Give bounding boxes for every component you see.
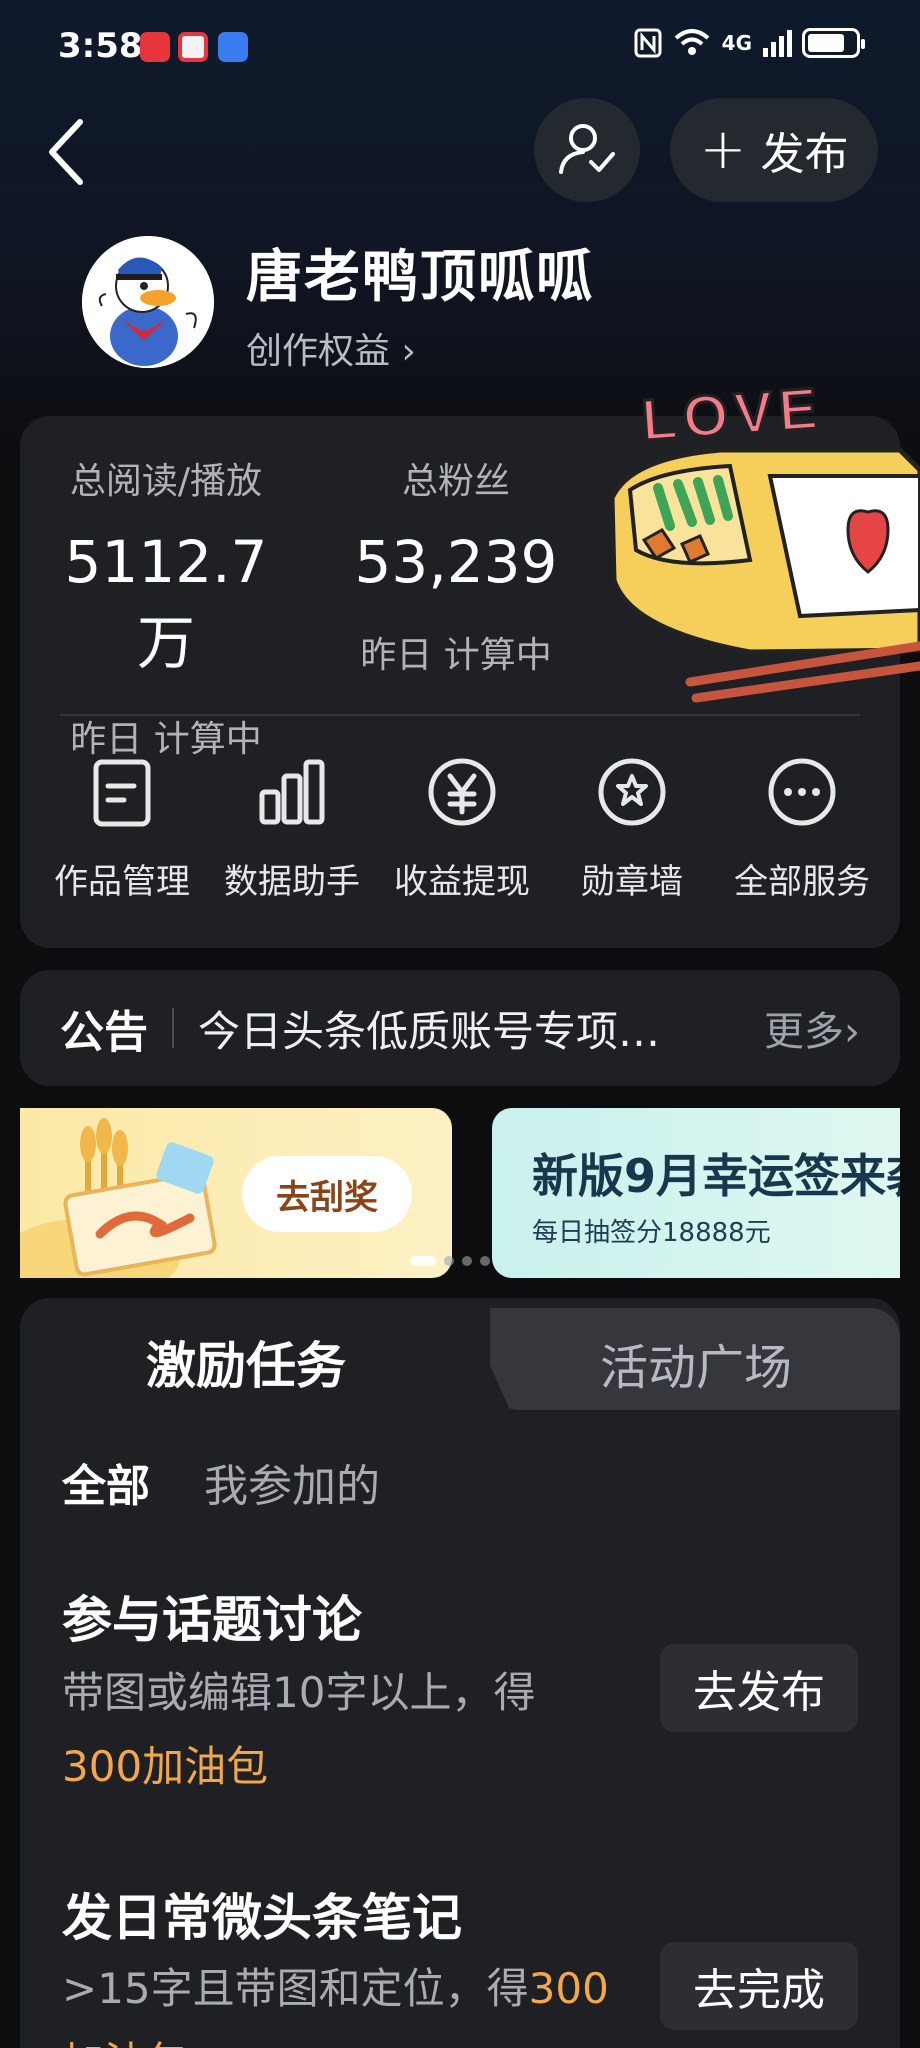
filter-all[interactable]: 全部 — [62, 1450, 150, 1514]
filter-joined[interactable]: 我参加的 — [204, 1450, 380, 1514]
task-reward: 300 — [528, 1964, 609, 2013]
service-label: 作品管理 — [54, 862, 190, 902]
signal-icon — [763, 30, 792, 57]
stat-value: 53,239 — [354, 528, 558, 596]
stat-label: 总阅读/播放 — [69, 461, 263, 502]
network-type: 4G — [721, 31, 752, 55]
task-panel: 激励任务 活动广场 全部 我参加的 参与话题讨论 带图或编辑10字以上，得 30… — [20, 1298, 900, 2048]
notification-music-icon — [218, 32, 248, 62]
status-bar: 3:58 4G — [0, 0, 920, 96]
banner-title: 新版9月幸运签来袭 — [532, 1149, 900, 1203]
stat-total-fans[interactable]: 总粉丝 53,239 昨日 计算中 — [326, 452, 586, 678]
task-description: 带图或编辑10字以上，得 300加油包 — [62, 1656, 535, 1804]
task-desc-text: >15字且带图和定位，得 — [62, 1964, 529, 2013]
stat-yesterday: 昨日 计算中 — [360, 635, 552, 676]
go-publish-button[interactable]: 去发布 — [660, 1644, 858, 1732]
banner-subtitle: 每日抽签分18888元 — [532, 1218, 771, 1248]
avatar[interactable] — [82, 236, 214, 368]
banner-lucky-draw[interactable]: 新版9月幸运签来袭 每日抽签分18888元 — [492, 1108, 900, 1278]
plus-icon: + — [699, 117, 747, 182]
carousel-indicator — [410, 1256, 490, 1266]
tab-incentive-tasks-label: 激励任务 — [146, 1337, 346, 1395]
task-reward-tail: 加油包 — [62, 2038, 188, 2048]
more-icon — [768, 758, 836, 826]
announcement-title: 公告 — [60, 1007, 148, 1058]
service-withdraw[interactable]: 收益提现 — [376, 756, 548, 903]
notification-app-icon — [140, 32, 170, 62]
battery-icon — [802, 28, 865, 58]
stat-label: 总粉丝 — [401, 461, 510, 502]
divider — [172, 1008, 174, 1048]
announcement-bar[interactable]: 公告 今日头条低质账号专项… 更多› — [20, 970, 900, 1086]
document-icon — [93, 759, 151, 827]
stat-value: 5112.7万 — [64, 528, 268, 677]
wheat-illustration — [20, 1118, 217, 1278]
service-label: 勋章墙 — [581, 862, 683, 902]
yuan-coin-icon — [428, 758, 496, 826]
love-lunchbox-sticker: LOVE — [609, 380, 920, 703]
nfc-icon — [634, 28, 662, 58]
stat-yesterday: 昨日 计算中 — [70, 719, 262, 760]
task-description: >15字且带图和定位，得300 加油包 — [62, 1952, 609, 2048]
announcement-text: 今日头条低质账号专项… — [198, 1006, 661, 1056]
service-all-services[interactable]: 全部服务 — [716, 756, 888, 903]
service-badge-wall[interactable]: 勋章墙 — [546, 756, 718, 903]
announcement-more-link[interactable]: 更多› — [764, 999, 860, 1057]
username: 唐老鸭顶呱呱 — [246, 245, 594, 310]
user-check-icon — [559, 124, 615, 174]
task-desc-text: 带图或编辑10字以上，得 — [62, 1668, 536, 1717]
service-label: 数据助手 — [224, 862, 360, 902]
tab-activity-square-label[interactable]: 活动广场 — [600, 1328, 792, 1398]
notification-app-icon — [178, 32, 208, 62]
scratch-prize-button[interactable]: 去刮奖 — [242, 1156, 412, 1232]
go-complete-button[interactable]: 去完成 — [660, 1942, 858, 2030]
service-data-assistant[interactable]: 数据助手 — [206, 756, 378, 903]
service-label: 全部服务 — [734, 862, 870, 902]
sticker-text: LOVE — [639, 380, 825, 453]
bar-chart-icon — [259, 759, 325, 825]
back-arrow-icon[interactable] — [40, 112, 100, 192]
task-title: 发日常微头条笔记 — [62, 1889, 462, 1947]
donald-duck-avatar-image — [82, 236, 214, 368]
following-button[interactable] — [534, 98, 640, 202]
service-label: 收益提现 — [394, 862, 530, 902]
creator-rights-link[interactable]: 创作权益 › — [246, 322, 416, 374]
publish-label: 发布 — [760, 129, 849, 180]
task-title: 参与话题讨论 — [62, 1591, 362, 1649]
status-time: 3:58 — [58, 26, 143, 66]
badge-icon — [598, 758, 666, 826]
service-works-management[interactable]: 作品管理 — [36, 756, 208, 903]
banner-scratch-card[interactable]: 去刮奖 — [20, 1108, 452, 1278]
publish-button[interactable]: + 发布 — [670, 98, 878, 202]
task-reward: 300加油包 — [62, 1742, 269, 1791]
wifi-icon — [674, 29, 709, 55]
